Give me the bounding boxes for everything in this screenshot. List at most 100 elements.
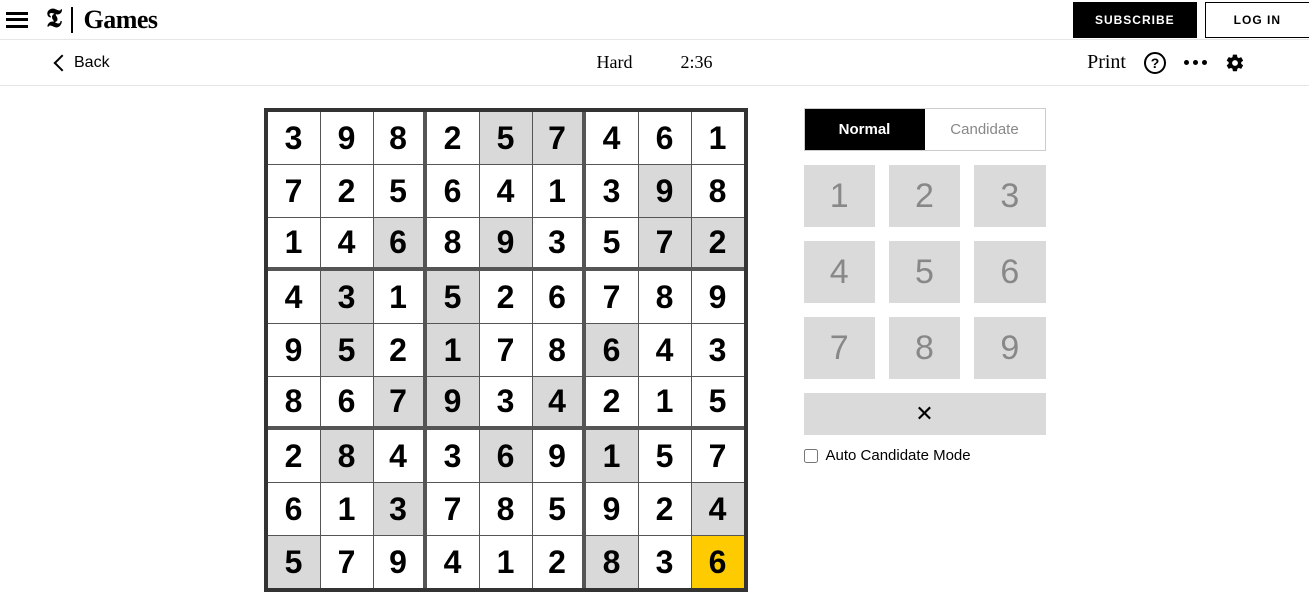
sudoku-cell[interactable]: 3	[586, 165, 638, 217]
sudoku-cell[interactable]: 9	[427, 377, 479, 429]
sudoku-cell[interactable]: 5	[639, 430, 691, 482]
sudoku-cell[interactable]: 9	[692, 271, 744, 323]
sudoku-cell[interactable]: 4	[321, 218, 373, 270]
sudoku-cell[interactable]: 6	[586, 324, 638, 376]
numpad-key-8[interactable]: 8	[889, 317, 960, 379]
sudoku-cell[interactable]: 5	[321, 324, 373, 376]
sudoku-cell[interactable]: 8	[268, 377, 320, 429]
sudoku-cell[interactable]: 4	[586, 112, 638, 164]
settings-button[interactable]	[1225, 53, 1245, 73]
sudoku-cell[interactable]: 6	[639, 112, 691, 164]
subscribe-button[interactable]: SUBSCRIBE	[1073, 2, 1197, 38]
sudoku-cell[interactable]: 4	[692, 483, 744, 535]
sudoku-cell[interactable]: 6	[321, 377, 373, 429]
sudoku-cell[interactable]: 4	[639, 324, 691, 376]
sudoku-cell[interactable]: 7	[639, 218, 691, 270]
sudoku-cell[interactable]: 9	[374, 536, 426, 588]
sudoku-cell[interactable]: 2	[374, 324, 426, 376]
sudoku-cell[interactable]: 1	[480, 536, 532, 588]
sudoku-cell[interactable]: 6	[374, 218, 426, 270]
print-button[interactable]: Print	[1087, 51, 1126, 74]
sudoku-cell[interactable]: 7	[321, 536, 373, 588]
sudoku-cell[interactable]: 4	[427, 536, 479, 588]
login-button[interactable]: LOG IN	[1205, 2, 1309, 38]
tab-candidate[interactable]: Candidate	[925, 109, 1045, 150]
sudoku-cell[interactable]: 2	[639, 483, 691, 535]
sudoku-cell[interactable]: 2	[692, 218, 744, 270]
sudoku-cell[interactable]: 9	[533, 430, 585, 482]
numpad-key-6[interactable]: 6	[974, 241, 1045, 303]
sudoku-cell[interactable]: 6	[692, 536, 744, 588]
sudoku-cell[interactable]: 9	[586, 483, 638, 535]
sudoku-cell[interactable]: 1	[268, 218, 320, 270]
auto-candidate-checkbox[interactable]	[804, 449, 818, 463]
sudoku-cell[interactable]: 1	[533, 165, 585, 217]
sudoku-cell[interactable]: 5	[480, 112, 532, 164]
sudoku-cell[interactable]: 8	[321, 430, 373, 482]
sudoku-cell[interactable]: 9	[268, 324, 320, 376]
auto-candidate-row[interactable]: Auto Candidate Mode	[804, 447, 1046, 464]
sudoku-cell[interactable]: 4	[480, 165, 532, 217]
sudoku-cell[interactable]: 6	[533, 271, 585, 323]
numpad-key-1[interactable]: 1	[804, 165, 875, 227]
sudoku-cell[interactable]: 2	[533, 536, 585, 588]
sudoku-cell[interactable]: 3	[427, 430, 479, 482]
numpad-key-3[interactable]: 3	[974, 165, 1045, 227]
sudoku-cell[interactable]: 3	[639, 536, 691, 588]
sudoku-cell[interactable]: 5	[692, 377, 744, 429]
numpad-key-4[interactable]: 4	[804, 241, 875, 303]
sudoku-cell[interactable]: 5	[533, 483, 585, 535]
sudoku-cell[interactable]: 2	[586, 377, 638, 429]
sudoku-cell[interactable]: 7	[533, 112, 585, 164]
more-button[interactable]	[1184, 60, 1207, 65]
sudoku-cell[interactable]: 6	[480, 430, 532, 482]
back-button[interactable]: Back	[56, 54, 110, 72]
sudoku-cell[interactable]: 1	[374, 271, 426, 323]
sudoku-cell[interactable]: 3	[692, 324, 744, 376]
sudoku-cell[interactable]: 3	[480, 377, 532, 429]
sudoku-cell[interactable]: 6	[268, 483, 320, 535]
sudoku-cell[interactable]: 2	[480, 271, 532, 323]
sudoku-cell[interactable]: 9	[480, 218, 532, 270]
tab-normal[interactable]: Normal	[805, 109, 925, 150]
sudoku-cell[interactable]: 6	[427, 165, 479, 217]
sudoku-cell[interactable]: 8	[427, 218, 479, 270]
sudoku-cell[interactable]: 8	[480, 483, 532, 535]
brand-logo[interactable]: 𝕿 Games	[46, 4, 158, 35]
sudoku-cell[interactable]: 7	[427, 483, 479, 535]
sudoku-cell[interactable]: 4	[533, 377, 585, 429]
sudoku-cell[interactable]: 5	[268, 536, 320, 588]
sudoku-cell[interactable]: 2	[427, 112, 479, 164]
erase-button[interactable]: ✕	[804, 393, 1046, 435]
help-button[interactable]: ?	[1144, 52, 1166, 74]
sudoku-cell[interactable]: 9	[321, 112, 373, 164]
sudoku-cell[interactable]: 7	[692, 430, 744, 482]
sudoku-cell[interactable]: 5	[374, 165, 426, 217]
numpad-key-9[interactable]: 9	[974, 317, 1045, 379]
sudoku-cell[interactable]: 1	[427, 324, 479, 376]
sudoku-cell[interactable]: 3	[533, 218, 585, 270]
sudoku-cell[interactable]: 1	[639, 377, 691, 429]
sudoku-cell[interactable]: 8	[533, 324, 585, 376]
sudoku-cell[interactable]: 3	[374, 483, 426, 535]
sudoku-cell[interactable]: 8	[586, 536, 638, 588]
sudoku-cell[interactable]: 1	[321, 483, 373, 535]
sudoku-cell[interactable]: 8	[692, 165, 744, 217]
sudoku-cell[interactable]: 7	[374, 377, 426, 429]
sudoku-cell[interactable]: 5	[586, 218, 638, 270]
sudoku-cell[interactable]: 3	[268, 112, 320, 164]
menu-icon[interactable]	[6, 9, 28, 31]
sudoku-cell[interactable]: 7	[480, 324, 532, 376]
sudoku-cell[interactable]: 7	[586, 271, 638, 323]
sudoku-cell[interactable]: 7	[268, 165, 320, 217]
numpad-key-2[interactable]: 2	[889, 165, 960, 227]
numpad-key-7[interactable]: 7	[804, 317, 875, 379]
sudoku-cell[interactable]: 5	[427, 271, 479, 323]
sudoku-cell[interactable]: 2	[268, 430, 320, 482]
sudoku-cell[interactable]: 4	[268, 271, 320, 323]
sudoku-cell[interactable]: 4	[374, 430, 426, 482]
sudoku-cell[interactable]: 1	[692, 112, 744, 164]
sudoku-cell[interactable]: 8	[639, 271, 691, 323]
sudoku-cell[interactable]: 9	[639, 165, 691, 217]
sudoku-cell[interactable]: 1	[586, 430, 638, 482]
